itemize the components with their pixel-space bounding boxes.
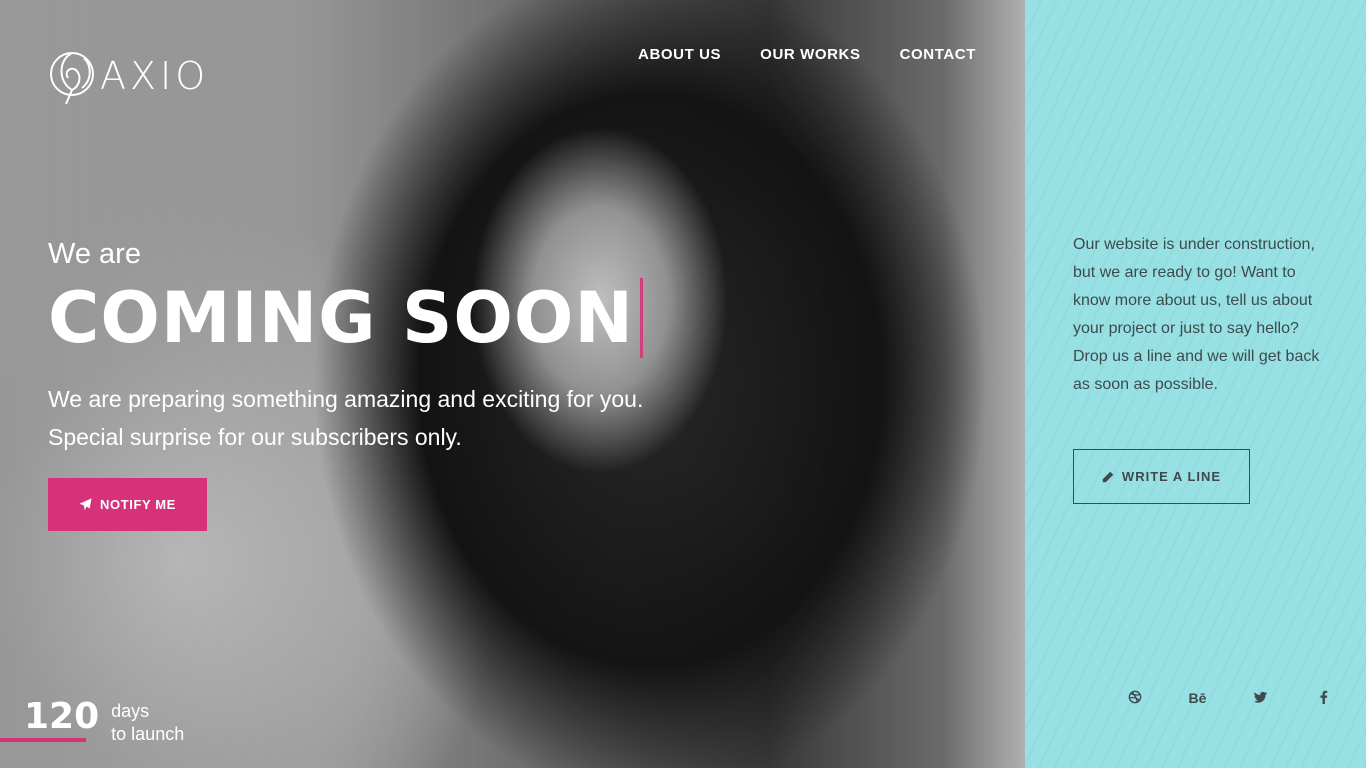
- countdown-days-value: 120: [24, 696, 100, 737]
- facebook-link[interactable]: [1292, 690, 1355, 707]
- typing-cursor: [640, 278, 644, 358]
- twitter-icon: [1253, 691, 1267, 703]
- nav-about-us[interactable]: ABOUT US: [638, 46, 721, 63]
- hero-subtitle: We are preparing something amazing and e…: [48, 386, 644, 450]
- hero-headline-text: COMING SOON: [48, 277, 635, 359]
- brand-logo[interactable]: AXIO: [48, 46, 209, 106]
- countdown-progress-bar: [0, 738, 86, 742]
- behance-icon: Bē: [1188, 690, 1207, 706]
- countdown-label-launch: to launch: [111, 724, 185, 744]
- notify-me-button[interactable]: NOTIFY ME: [48, 478, 207, 531]
- nav-contact[interactable]: CONTACT: [900, 46, 976, 63]
- facebook-icon: [1320, 690, 1327, 704]
- behance-link[interactable]: Bē: [1166, 690, 1229, 707]
- info-panel: Our website is under construction, but w…: [1025, 0, 1366, 768]
- panel-description: Our website is under construction, but w…: [1073, 236, 1320, 393]
- notify-me-label: NOTIFY ME: [100, 497, 176, 512]
- write-a-line-label: WRITE A LINE: [1121, 469, 1222, 484]
- axio-logo-icon: [50, 52, 94, 105]
- brand-name: AXIO: [100, 54, 210, 98]
- write-a-line-button[interactable]: WRITE A LINE: [1073, 449, 1250, 504]
- hero-intro: We are: [48, 238, 141, 270]
- dribbble-link[interactable]: [1103, 690, 1166, 707]
- paper-plane-icon: [79, 498, 92, 511]
- pencil-icon: [1102, 471, 1114, 482]
- social-links: Bē: [1103, 690, 1355, 707]
- nav-our-works[interactable]: OUR WORKS: [760, 46, 860, 63]
- twitter-link[interactable]: [1229, 690, 1292, 707]
- dribbble-icon: [1128, 690, 1141, 704]
- hero-headline: COMING SOON: [48, 277, 644, 359]
- countdown-label: days to launch: [111, 700, 184, 746]
- hero-section: AXIO ABOUT US OUR WORKS CONTACT We are C…: [0, 0, 1025, 768]
- countdown-label-days: days: [111, 701, 150, 721]
- main-nav: ABOUT US OUR WORKS CONTACT: [638, 46, 976, 63]
